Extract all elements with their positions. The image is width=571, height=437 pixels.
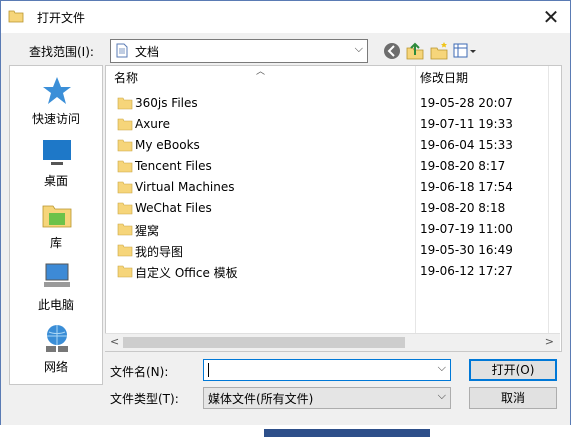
- file-date: 19-06-18 17:54: [420, 180, 513, 194]
- place-label: 库: [49, 236, 62, 250]
- scroll-thumb[interactable]: [123, 337, 405, 348]
- file-date: 19-07-11 19:33: [420, 117, 513, 131]
- filetype-label: 文件类型(T):: [110, 392, 179, 406]
- filename-label: 文件名(N):: [110, 365, 169, 379]
- folder-icon: [117, 202, 133, 215]
- sort-ascending-icon: ︿: [256, 67, 266, 77]
- folder-icon: [117, 97, 133, 110]
- folder-icon: [117, 181, 133, 194]
- list-item[interactable]: Virtual Machines 19-06-18 17:54: [106, 177, 561, 198]
- view-menu-icon[interactable]: [452, 41, 478, 61]
- column-header-name[interactable]: 名称: [114, 66, 138, 90]
- chevron-down-icon: ⌵: [437, 389, 446, 402]
- new-folder-icon[interactable]: [429, 41, 449, 61]
- folder-icon: [117, 118, 133, 131]
- folder-icon: [117, 160, 133, 173]
- scroll-right-icon[interactable]: >: [545, 335, 554, 348]
- file-name: 我的导图: [135, 245, 184, 259]
- text-caret: [208, 363, 209, 377]
- list-item[interactable]: WeChat Files 19-08-20 8:18: [106, 198, 561, 219]
- file-name: 自定义 Office 模板: [135, 266, 238, 280]
- file-name: Axure: [135, 117, 170, 131]
- file-list: ︿ 名称 修改日期 360js Files 19-05-28 20:07 Axure…: [105, 65, 562, 352]
- look-in-value: 文档: [135, 45, 160, 59]
- list-item[interactable]: 自定义 Office 模板 19-06-12 17:27: [106, 261, 561, 282]
- up-folder-icon[interactable]: [405, 41, 425, 61]
- background-banner: [264, 429, 430, 437]
- open-file-dialog: 打开文件 ✕ 查找范围(I): 文档 ⌵ 快速访问 桌面 库 此电脑 网络 ︿ …: [0, 0, 571, 437]
- list-item[interactable]: My eBooks 19-06-04 15:33: [106, 135, 561, 156]
- place-label: 此电脑: [37, 298, 74, 312]
- file-date: 19-07-19 11:00: [420, 222, 513, 236]
- places-bar: 快速访问 桌面 库 此电脑 网络: [9, 65, 103, 385]
- file-name: 猩窝: [135, 224, 160, 238]
- desktop-icon: [43, 140, 71, 165]
- filetype-value: 媒体文件(所有文件): [208, 392, 314, 406]
- horizontal-scrollbar[interactable]: < >: [105, 333, 560, 351]
- document-icon: [116, 43, 128, 58]
- list-item[interactable]: 猩窝 19-07-19 11:00: [106, 219, 561, 240]
- place-label: 快速访问: [31, 112, 80, 126]
- computer-icon: [44, 263, 70, 287]
- place-label: 网络: [43, 360, 68, 374]
- scroll-left-icon[interactable]: <: [110, 335, 119, 348]
- star-icon: [43, 77, 71, 104]
- file-date: 19-06-12 17:27: [420, 264, 513, 278]
- filename-input[interactable]: ⌵: [203, 359, 451, 381]
- list-item[interactable]: Tencent Files 19-08-20 8:17: [106, 156, 561, 177]
- file-date: 19-08-20 8:18: [420, 201, 506, 215]
- list-item[interactable]: 我的导图 19-05-30 16:49: [106, 240, 561, 261]
- column-header-date[interactable]: 修改日期: [420, 66, 468, 90]
- file-date: 19-06-04 15:33: [420, 138, 513, 152]
- file-date: 19-05-28 20:07: [420, 96, 513, 110]
- folder-icon: [117, 265, 133, 278]
- file-name: 360js Files: [135, 96, 198, 110]
- dialog-title: 打开文件: [37, 11, 86, 25]
- file-name: WeChat Files: [135, 201, 212, 215]
- back-icon[interactable]: [382, 41, 402, 61]
- library-icon: [42, 205, 72, 228]
- list-item[interactable]: Axure 19-07-11 19:33: [106, 114, 561, 135]
- folder-icon: [117, 139, 133, 152]
- open-button[interactable]: 打开(O): [469, 359, 557, 381]
- folder-icon: [117, 223, 133, 236]
- list-item[interactable]: 360js Files 19-05-28 20:07: [106, 93, 561, 114]
- place-label: 桌面: [43, 174, 68, 188]
- chevron-down-icon: ⌵: [354, 42, 363, 55]
- look-in-label: 查找范围(I):: [29, 45, 94, 59]
- chevron-down-icon[interactable]: ⌵: [438, 361, 446, 375]
- folder-icon: [8, 10, 24, 23]
- file-name: My eBooks: [135, 138, 200, 152]
- file-date: 19-05-30 16:49: [420, 243, 513, 257]
- network-icon: [46, 325, 68, 352]
- title-bar: 打开文件 ✕: [1, 1, 570, 33]
- file-name: Tencent Files: [135, 159, 212, 173]
- cancel-button[interactable]: 取消: [469, 387, 557, 409]
- file-name: Virtual Machines: [135, 180, 235, 194]
- filetype-select[interactable]: 媒体文件(所有文件) ⌵: [203, 387, 451, 409]
- file-date: 19-08-20 8:17: [420, 159, 506, 173]
- folder-icon: [117, 244, 133, 257]
- look-in-select[interactable]: 文档 ⌵: [110, 39, 368, 63]
- close-button[interactable]: ✕: [538, 4, 564, 30]
